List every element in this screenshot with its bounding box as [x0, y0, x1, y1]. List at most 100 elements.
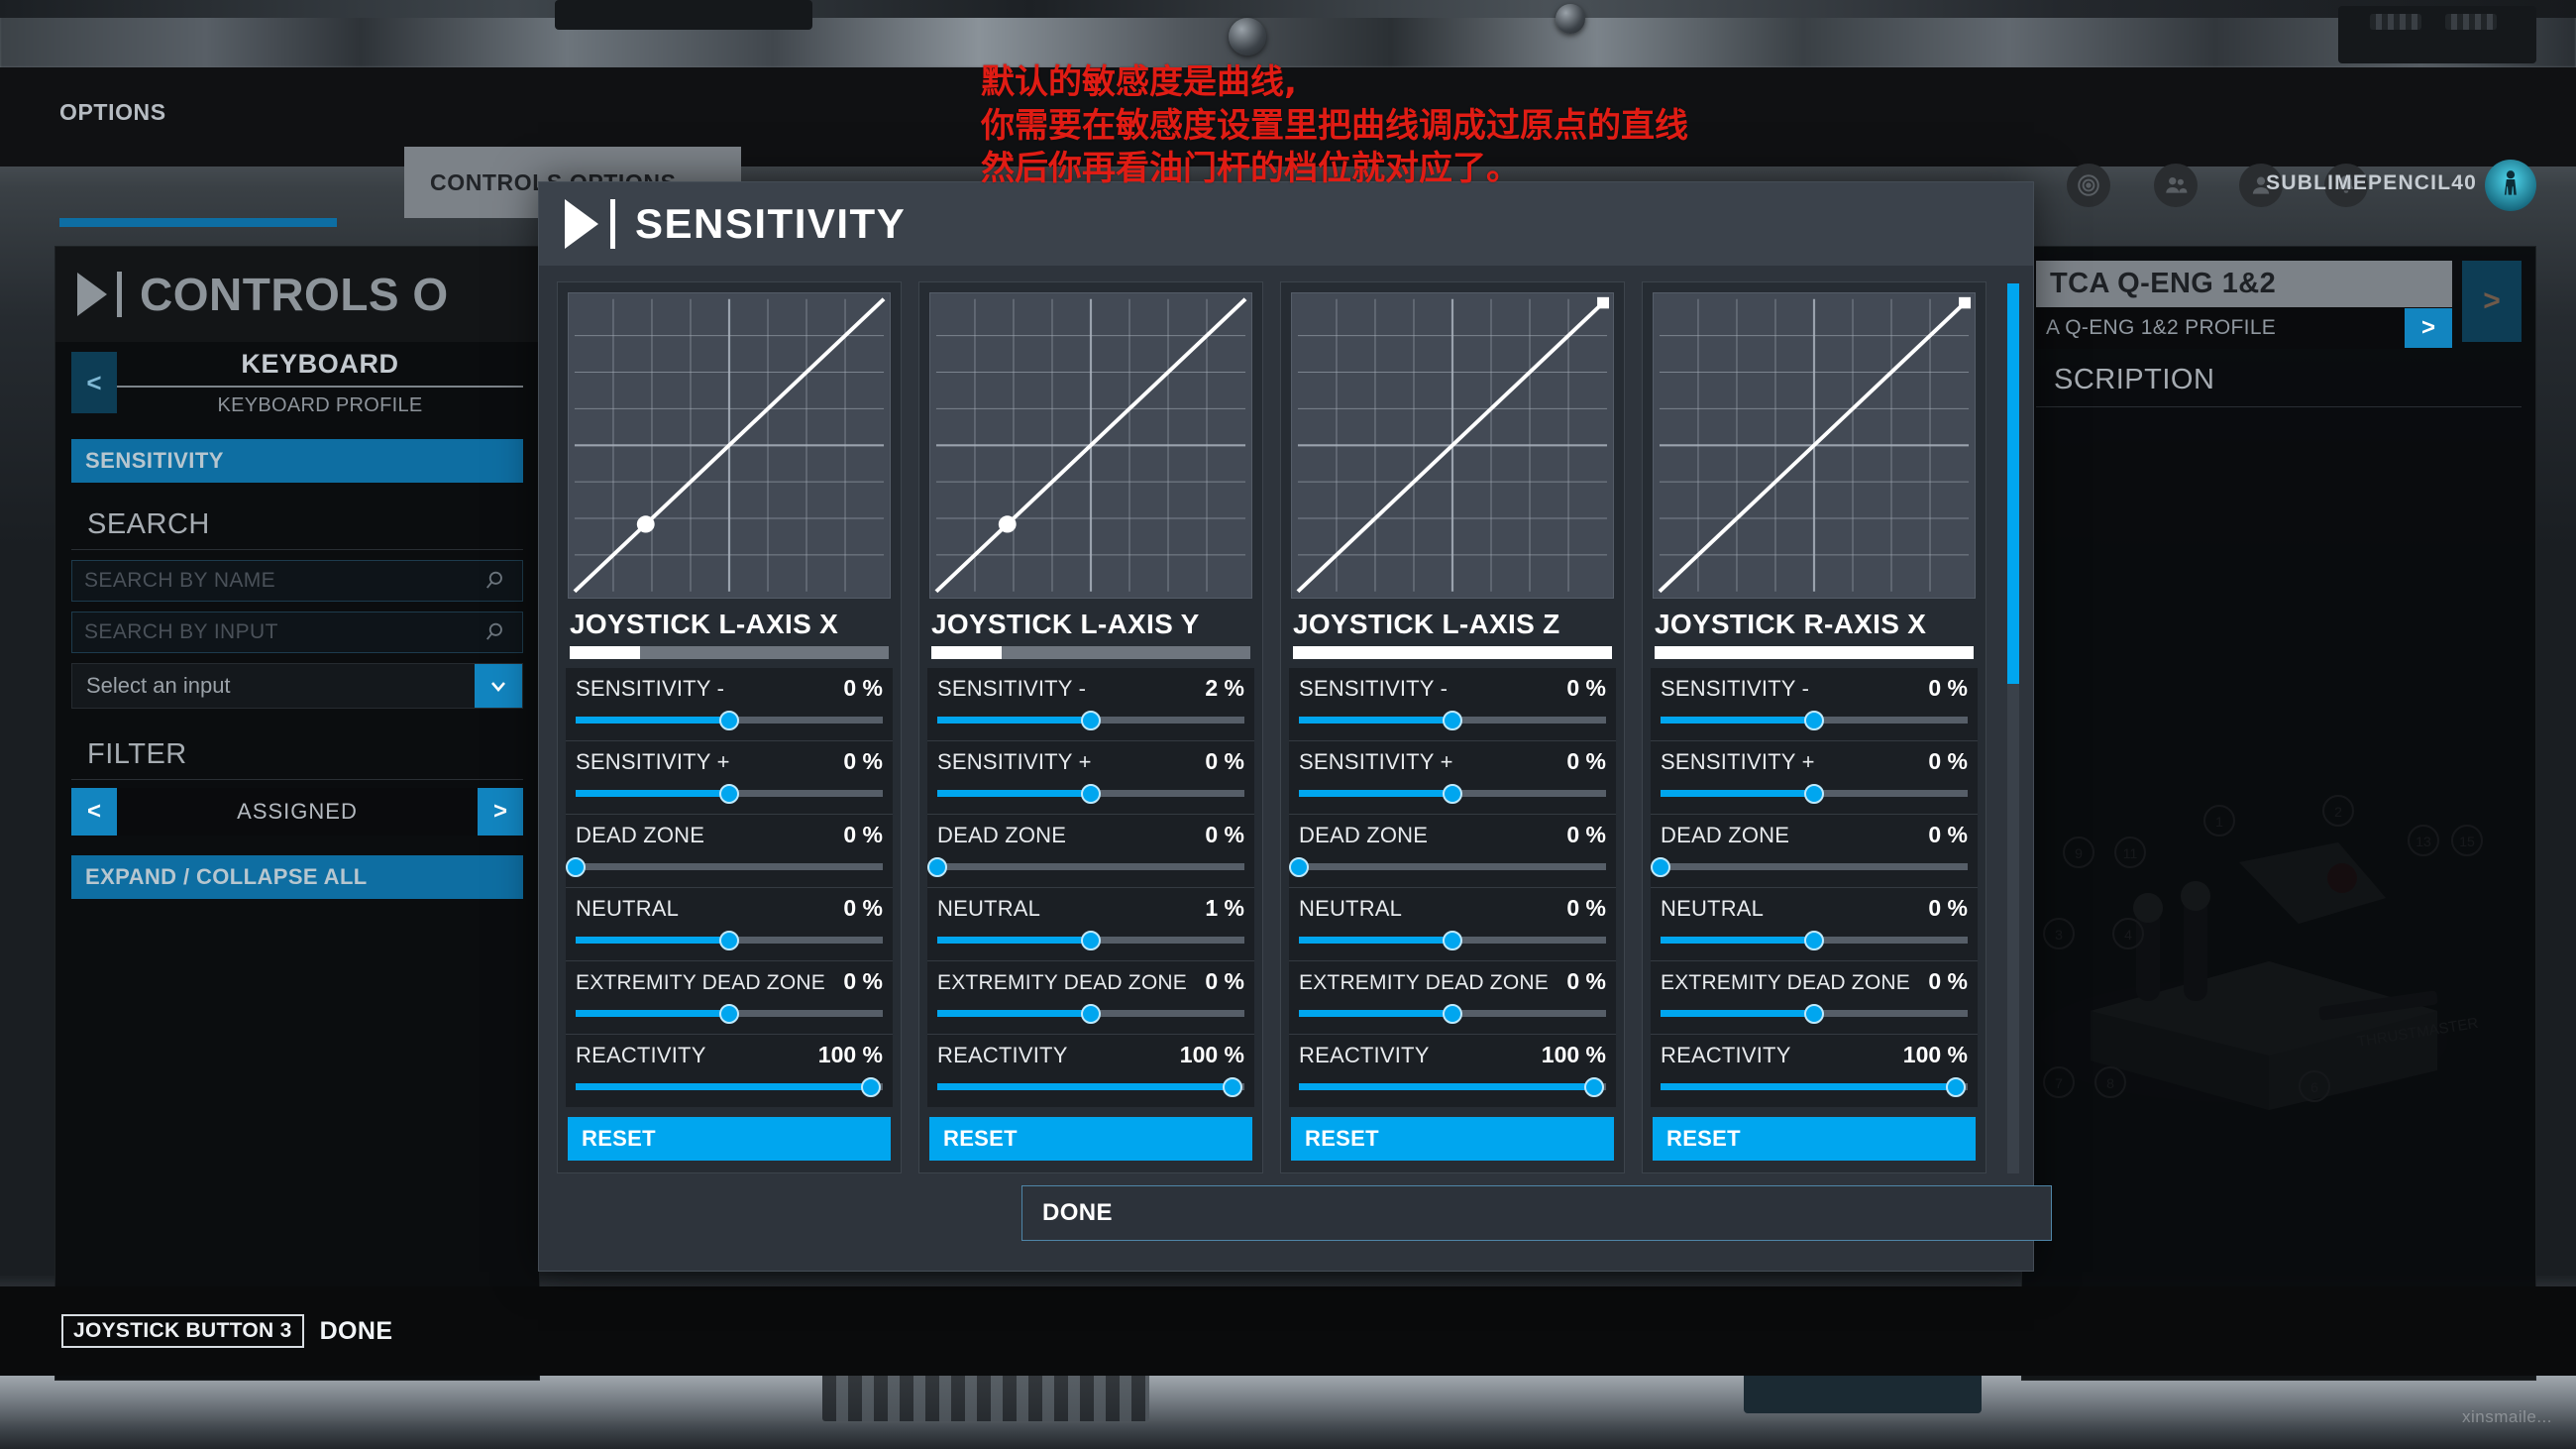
slider-control[interactable]	[576, 709, 883, 730]
slider-thumb[interactable]	[1222, 1076, 1242, 1097]
slider-control[interactable]	[1289, 855, 1606, 877]
slider-thumb[interactable]	[1443, 783, 1462, 804]
slider-row: NEUTRAL 0 %	[566, 886, 893, 960]
right-device-next-button[interactable]: >	[2462, 261, 2522, 342]
axis-card: JOYSTICK L-AXIS Z SENSITIVITY - 0 % SENS…	[1280, 281, 1625, 1173]
tab-options[interactable]: OPTIONS	[59, 67, 337, 167]
slider-thumb[interactable]	[1804, 710, 1824, 730]
slider-control[interactable]	[576, 1075, 883, 1097]
slider-thumb[interactable]	[566, 856, 586, 877]
slider-row: EXTREMITY DEAD ZONE 0 %	[566, 959, 893, 1034]
slider-thumb[interactable]	[1804, 930, 1824, 950]
hint-action-label: DONE	[319, 1316, 393, 1345]
slider-thumb[interactable]	[1804, 783, 1824, 804]
slider-thumb[interactable]	[719, 710, 739, 730]
slider-value: 0 %	[1566, 821, 1606, 847]
slider-control[interactable]	[1299, 709, 1606, 730]
slider-control[interactable]	[576, 929, 883, 950]
slider-control[interactable]	[1661, 1075, 1968, 1097]
slider-control[interactable]	[937, 709, 1244, 730]
reset-button[interactable]: RESET	[568, 1116, 891, 1161]
right-profile-next-button[interactable]: >	[2405, 308, 2452, 348]
slider-value: 0 %	[843, 967, 883, 994]
slider-control[interactable]	[576, 782, 883, 804]
slider-fill	[1661, 936, 1814, 944]
sensitivity-button[interactable]: SENSITIVITY	[71, 439, 523, 483]
slider-thumb[interactable]	[927, 856, 947, 877]
slider-fill	[576, 716, 729, 724]
search-by-input-placeholder: SEARCH BY INPUT	[84, 620, 278, 643]
slider-thumb[interactable]	[1945, 1076, 1966, 1097]
filter-prev-button[interactable]: <	[71, 788, 117, 836]
axis-card: JOYSTICK L-AXIS Y SENSITIVITY - 2 % SENS…	[918, 281, 1263, 1173]
annotation-line-2: 你需要在敏感度设置里把曲线调成过原点的直线	[981, 105, 1688, 146]
slider-thumb[interactable]	[1651, 856, 1670, 877]
slider-thumb[interactable]	[1081, 1003, 1101, 1024]
slider-row: REACTIVITY 100 %	[927, 1033, 1254, 1107]
slider-track	[937, 862, 1244, 870]
done-button[interactable]: DONE	[1021, 1185, 2052, 1241]
slider-thumb[interactable]	[1081, 930, 1101, 950]
sensitivity-curve-graph[interactable]	[1653, 292, 1976, 599]
slider-control[interactable]	[1661, 782, 1968, 804]
select-input-dropdown[interactable]: Select an input	[71, 663, 523, 709]
slider-thumb[interactable]	[1081, 783, 1101, 804]
chevron-down-icon[interactable]	[475, 664, 522, 708]
slider-control[interactable]	[937, 1075, 1244, 1097]
slider-thumb[interactable]	[1443, 1003, 1462, 1024]
slider-control[interactable]	[927, 855, 1244, 877]
slider-control[interactable]	[1661, 929, 1968, 950]
slider-row: NEUTRAL 0 %	[1651, 886, 1978, 960]
slider-thumb[interactable]	[719, 783, 739, 804]
device-prev-button[interactable]: <	[71, 352, 117, 413]
slider-control[interactable]	[1651, 855, 1968, 877]
slider-control[interactable]	[1299, 1075, 1606, 1097]
sensitivity-curve-graph[interactable]	[568, 292, 891, 599]
search-by-name-input[interactable]: SEARCH BY NAME	[71, 560, 523, 602]
slider-control[interactable]	[1661, 709, 1968, 730]
slider-row: SENSITIVITY + 0 %	[1651, 739, 1978, 814]
slider-value: 0 %	[1566, 894, 1606, 921]
slider-track	[1299, 862, 1606, 870]
modal-scrollbar-thumb[interactable]	[2007, 283, 2019, 685]
slider-thumb[interactable]	[860, 1076, 881, 1097]
slider-label: DEAD ZONE	[576, 822, 705, 847]
slider-fill	[937, 789, 1091, 797]
reset-button[interactable]: RESET	[929, 1116, 1252, 1161]
slider-thumb[interactable]	[719, 930, 739, 950]
cockpit-knob	[1556, 4, 1585, 34]
slider-thumb[interactable]	[1583, 1076, 1604, 1097]
axis-value-meter	[931, 645, 1250, 659]
slider-control[interactable]	[937, 782, 1244, 804]
axis-slider-rows: SENSITIVITY - 0 % SENSITIVITY + 0 % DEAD…	[1289, 667, 1616, 1107]
slider-control[interactable]	[1299, 782, 1606, 804]
sensitivity-curve-graph[interactable]	[929, 292, 1252, 599]
slider-value: 100 %	[1179, 1041, 1244, 1067]
slider-label: NEUTRAL	[1299, 895, 1403, 921]
slider-row: DEAD ZONE 0 %	[1651, 813, 1978, 887]
slider-row: REACTIVITY 100 %	[1289, 1033, 1616, 1107]
reset-button[interactable]: RESET	[1291, 1116, 1614, 1161]
slider-thumb[interactable]	[1289, 856, 1309, 877]
slider-fill	[1661, 1009, 1814, 1017]
slider-control[interactable]	[1299, 929, 1606, 950]
modal-scrollbar[interactable]	[2007, 283, 2019, 1173]
slider-row: SENSITIVITY - 0 %	[1289, 668, 1616, 740]
slider-thumb[interactable]	[1443, 930, 1462, 950]
filter-next-button[interactable]: >	[478, 788, 523, 836]
slider-label: NEUTRAL	[576, 895, 680, 921]
slider-control[interactable]	[937, 929, 1244, 950]
slider-control[interactable]	[1299, 1002, 1606, 1024]
reset-button[interactable]: RESET	[1653, 1116, 1976, 1161]
slider-control[interactable]	[566, 855, 883, 877]
sensitivity-curve-graph[interactable]	[1291, 292, 1614, 599]
slider-thumb[interactable]	[1804, 1003, 1824, 1024]
search-by-input-input[interactable]: SEARCH BY INPUT	[71, 612, 523, 653]
slider-thumb[interactable]	[719, 1003, 739, 1024]
slider-thumb[interactable]	[1081, 710, 1101, 730]
expand-collapse-all-button[interactable]: EXPAND / COLLAPSE ALL	[71, 855, 523, 899]
slider-thumb[interactable]	[1443, 710, 1462, 730]
slider-control[interactable]	[576, 1002, 883, 1024]
slider-control[interactable]	[937, 1002, 1244, 1024]
slider-control[interactable]	[1661, 1002, 1968, 1024]
